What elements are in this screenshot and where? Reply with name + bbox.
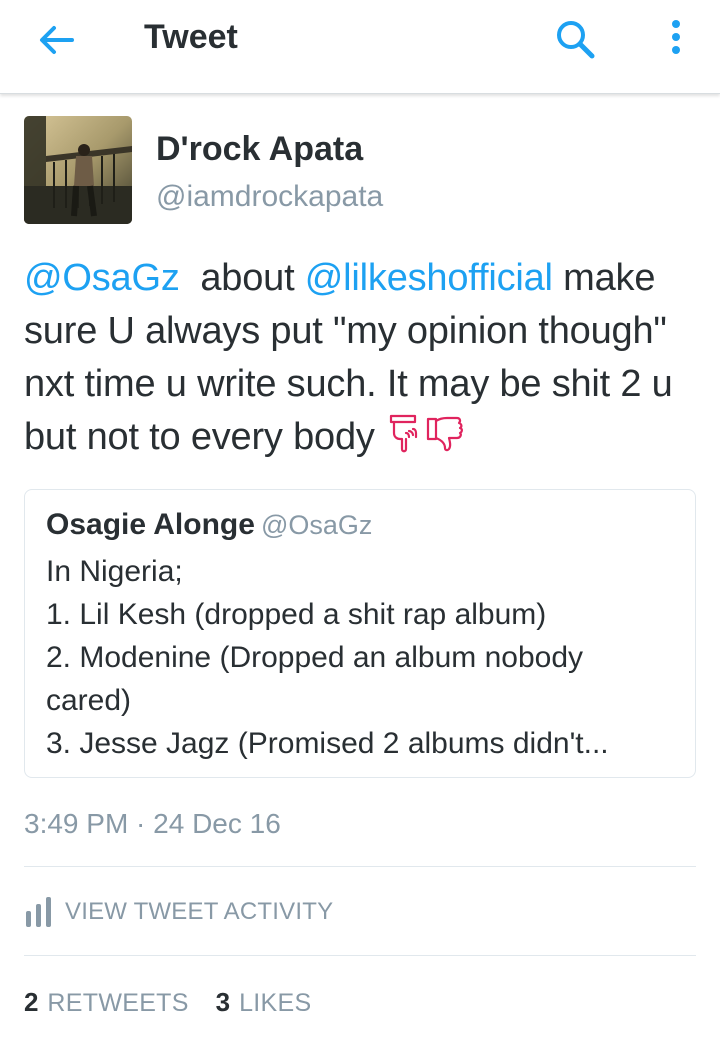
likes-label: LIKES <box>239 989 312 1017</box>
retweets-stat[interactable]: 2 RETWEETS <box>24 987 189 1018</box>
tweet-text: @OsaGz about @lilkeshofficial make sure … <box>24 252 704 464</box>
mention-link[interactable]: @OsaGz <box>24 257 180 299</box>
quoted-line: 2. Modenine (Dropped an album nobody <box>46 641 584 674</box>
tweet-text-segment: about <box>179 257 305 299</box>
retweets-label: RETWEETS <box>47 989 189 1017</box>
quoted-line: 1. Lil Kesh (dropped a shit rap album) <box>46 598 547 631</box>
quoted-line: In Nigeria; <box>46 555 183 588</box>
divider <box>24 955 696 956</box>
app-bar: Tweet <box>0 0 720 94</box>
quoted-tweet-card[interactable]: Osagie Alonge @OsaGz In Nigeria; 1. Lil K… <box>24 489 696 778</box>
likes-stat[interactable]: 3 LIKES <box>216 987 312 1018</box>
backhand-index-pointing-down-icon <box>385 413 425 455</box>
back-button[interactable] <box>36 20 76 60</box>
tweet-timestamp: 3:49 PM · 24 Dec 16 <box>24 808 281 839</box>
more-vertical-icon <box>672 20 680 54</box>
thumbs-down-icon <box>425 413 465 455</box>
quoted-tweet-header: Osagie Alonge @OsaGz <box>46 508 372 542</box>
arrow-left-icon <box>40 26 74 54</box>
search-icon <box>557 21 595 59</box>
more-options-button[interactable] <box>664 18 688 60</box>
likes-count: 3 <box>215 987 231 1017</box>
quoted-tweet-text: In Nigeria; 1. Lil Kesh (dropped a shit … <box>46 550 676 765</box>
view-tweet-activity-label: VIEW TWEET ACTIVITY <box>65 898 334 925</box>
quoted-line: 3. Jesse Jagz (Promised 2 albums didn't.… <box>46 727 609 760</box>
mention-link[interactable]: @lilkeshofficial <box>305 257 553 299</box>
page-title: Tweet <box>144 18 238 56</box>
bar-chart-icon <box>26 897 51 927</box>
quoted-author-name: Osagie Alonge <box>46 508 255 541</box>
quoted-author-handle: @OsaGz <box>260 510 373 540</box>
divider <box>24 866 696 867</box>
retweets-count: 2 <box>24 987 39 1017</box>
quoted-line: cared) <box>46 684 132 717</box>
search-button[interactable] <box>554 18 596 60</box>
avatar[interactable] <box>24 116 132 224</box>
tweet-stats: 2 RETWEETS 3 LIKES <box>24 987 331 1018</box>
avatar-photo <box>24 116 132 224</box>
author-handle[interactable]: @iamdrockapata <box>156 180 383 214</box>
author-name[interactable]: D'rock Apata <box>156 130 363 169</box>
